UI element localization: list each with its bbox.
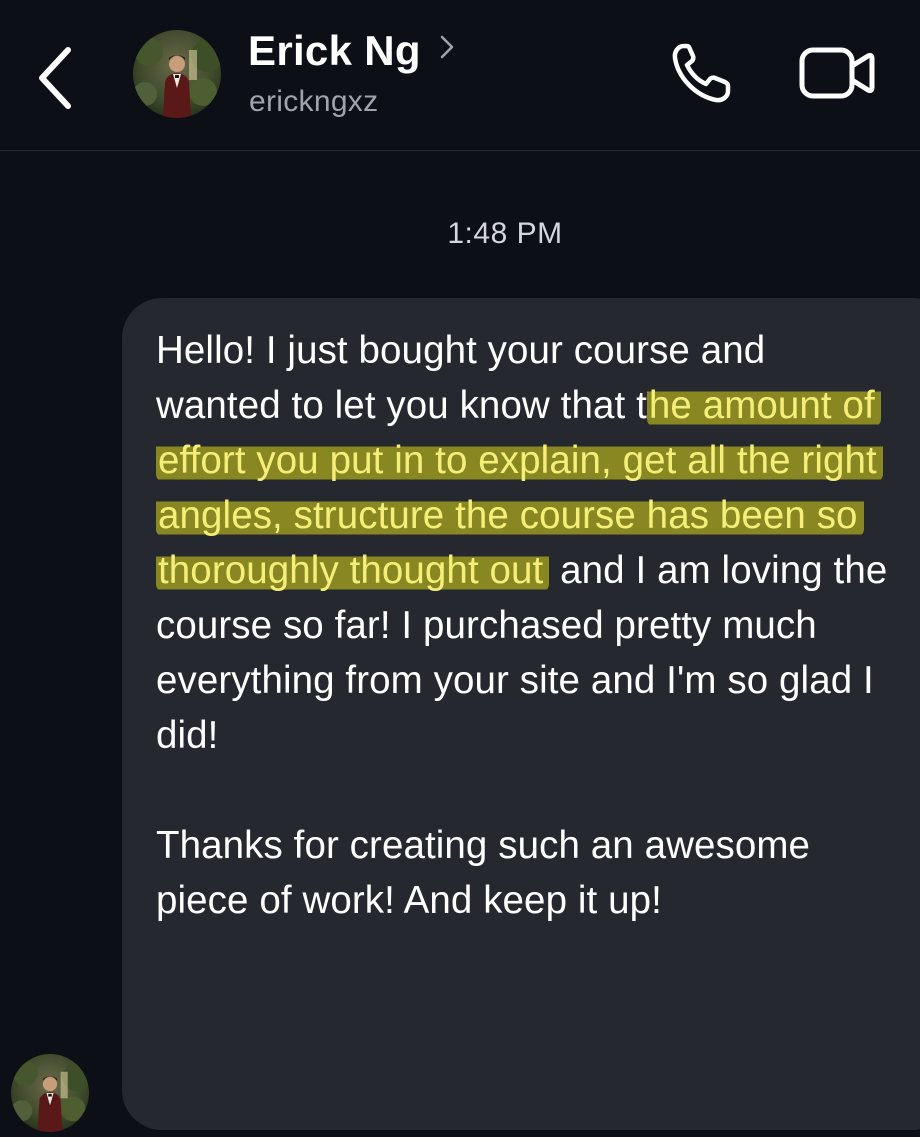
message-paragraph: Hello! I just bought your course and wan… xyxy=(156,323,896,763)
call-button[interactable] xyxy=(666,38,742,108)
profile-photo xyxy=(11,1054,89,1132)
avatar[interactable] xyxy=(133,30,221,118)
contact-handle: erickngxz xyxy=(249,85,379,118)
contact-name: Erick Ng xyxy=(248,27,421,74)
chat-header: Erick Ng erickngxz xyxy=(0,0,920,151)
message-paragraph: Thanks for creating such an awesome piec… xyxy=(156,824,811,922)
profile-photo xyxy=(133,30,221,118)
chevron-left-icon xyxy=(39,47,71,109)
sender-avatar[interactable] xyxy=(11,1054,89,1132)
back-button[interactable] xyxy=(26,38,86,118)
chat-screen: Erick Ng erickngxz 1:48 PM Hello! I just… xyxy=(0,0,920,1137)
phone-icon xyxy=(672,43,731,103)
message-text: Hello! I just bought your course and wan… xyxy=(156,323,896,928)
message-timestamp: 1:48 PM xyxy=(447,217,563,250)
video-camera-icon xyxy=(799,47,875,99)
chevron-right-icon xyxy=(440,35,454,59)
video-call-button[interactable] xyxy=(796,40,878,106)
contact-profile-link[interactable]: Erick Ng xyxy=(248,27,457,75)
